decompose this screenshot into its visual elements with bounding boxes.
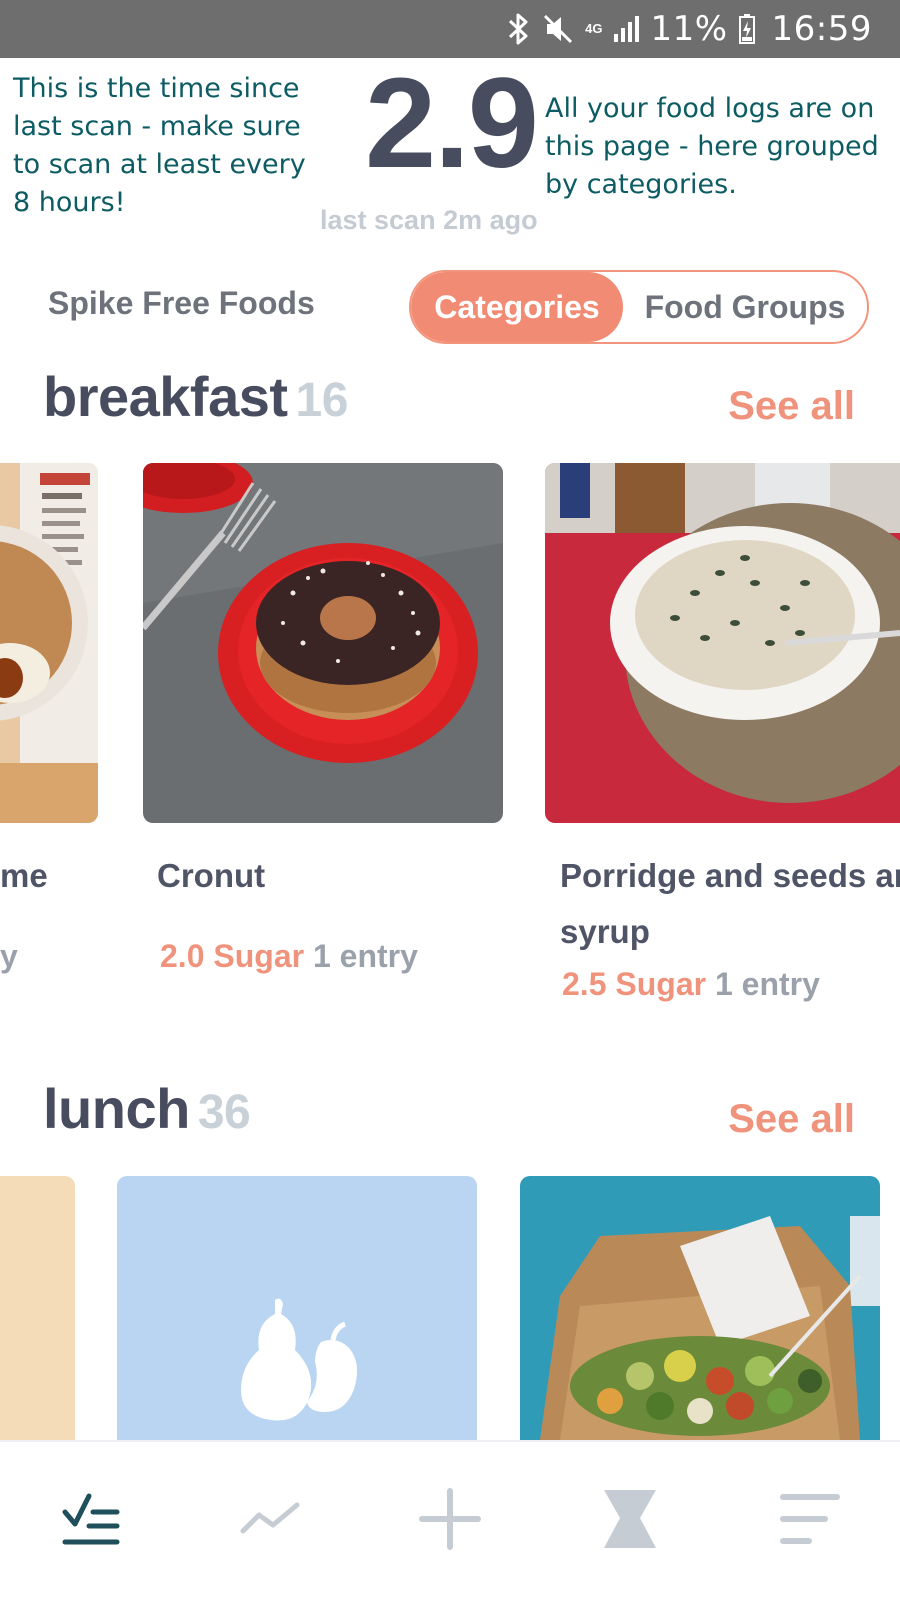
food-logs-tip: All your food logs are on this page - he… xyxy=(545,93,879,200)
sugar-value: 2.9 xyxy=(365,52,539,195)
food-card-image[interactable] xyxy=(0,463,98,823)
section-name: breakfast xyxy=(43,365,288,428)
battery-charging-icon xyxy=(738,13,756,45)
food-name[interactable]: Cronut xyxy=(157,848,265,904)
sugar-value: 2.5 Sugar xyxy=(562,966,707,1002)
food-log-icon xyxy=(59,1488,121,1555)
view-toggle: Categories Food Groups xyxy=(409,270,869,344)
food-name[interactable]: me xyxy=(0,848,48,904)
food-meta: 2.0 Sugar 1 entry xyxy=(160,938,418,975)
food-card-image[interactable] xyxy=(545,463,900,823)
hourglass-icon xyxy=(600,1488,660,1555)
scan-tip: This is the time since last scan - make … xyxy=(13,73,306,218)
food-name[interactable]: Porridge and seeds ar xyxy=(560,848,900,904)
bluetooth-icon xyxy=(507,12,531,46)
pear-apple-icon xyxy=(237,1294,367,1429)
section-count: 36 xyxy=(197,1086,251,1139)
food-card-image[interactable] xyxy=(0,1176,75,1440)
battery-percent: 11% xyxy=(650,9,728,49)
section-count: 16 xyxy=(295,374,349,427)
last-scan-label: last scan 2m ago xyxy=(320,205,538,235)
spike-free-foods-tab[interactable]: Spike Free Foods xyxy=(48,285,315,322)
food-card-image[interactable] xyxy=(143,463,503,823)
food-name-line-2: syrup xyxy=(560,913,650,950)
food-card-placeholder[interactable] xyxy=(117,1176,477,1440)
nav-timer[interactable] xyxy=(580,1471,680,1571)
sugar-value: 2.0 Sugar xyxy=(160,938,305,974)
see-all-breakfast-button[interactable]: See all xyxy=(728,384,855,429)
food-meta: 2.5 Sugar 1 entry xyxy=(562,966,820,1003)
food-card-image[interactable] xyxy=(520,1176,880,1440)
nav-trends[interactable] xyxy=(220,1471,320,1571)
section-title-lunch: lunch 36 xyxy=(43,1076,251,1141)
food-meta: y xyxy=(0,938,18,974)
mute-icon xyxy=(541,12,575,46)
tab-categories[interactable]: Categories xyxy=(411,272,623,342)
clock: 16:59 xyxy=(771,9,872,49)
tab-food-groups[interactable]: Food Groups xyxy=(623,272,867,342)
see-all-lunch-button[interactable]: See all xyxy=(728,1097,855,1142)
signal-icon xyxy=(612,14,640,44)
network-type-icon: 4G xyxy=(585,21,603,36)
nav-menu[interactable] xyxy=(760,1471,860,1571)
nav-food-log[interactable] xyxy=(40,1471,140,1571)
status-bar: 4G 11% 16:59 xyxy=(0,0,900,58)
trend-icon xyxy=(239,1499,301,1544)
nav-add[interactable] xyxy=(400,1471,500,1571)
add-icon xyxy=(418,1487,482,1556)
entry-count: 1 entry xyxy=(312,938,418,974)
menu-icon xyxy=(779,1491,841,1552)
entry-count: 1 entry xyxy=(714,966,820,1002)
section-title-breakfast: breakfast 16 xyxy=(43,364,348,429)
bottom-nav xyxy=(0,1440,900,1600)
section-name: lunch xyxy=(43,1077,190,1140)
